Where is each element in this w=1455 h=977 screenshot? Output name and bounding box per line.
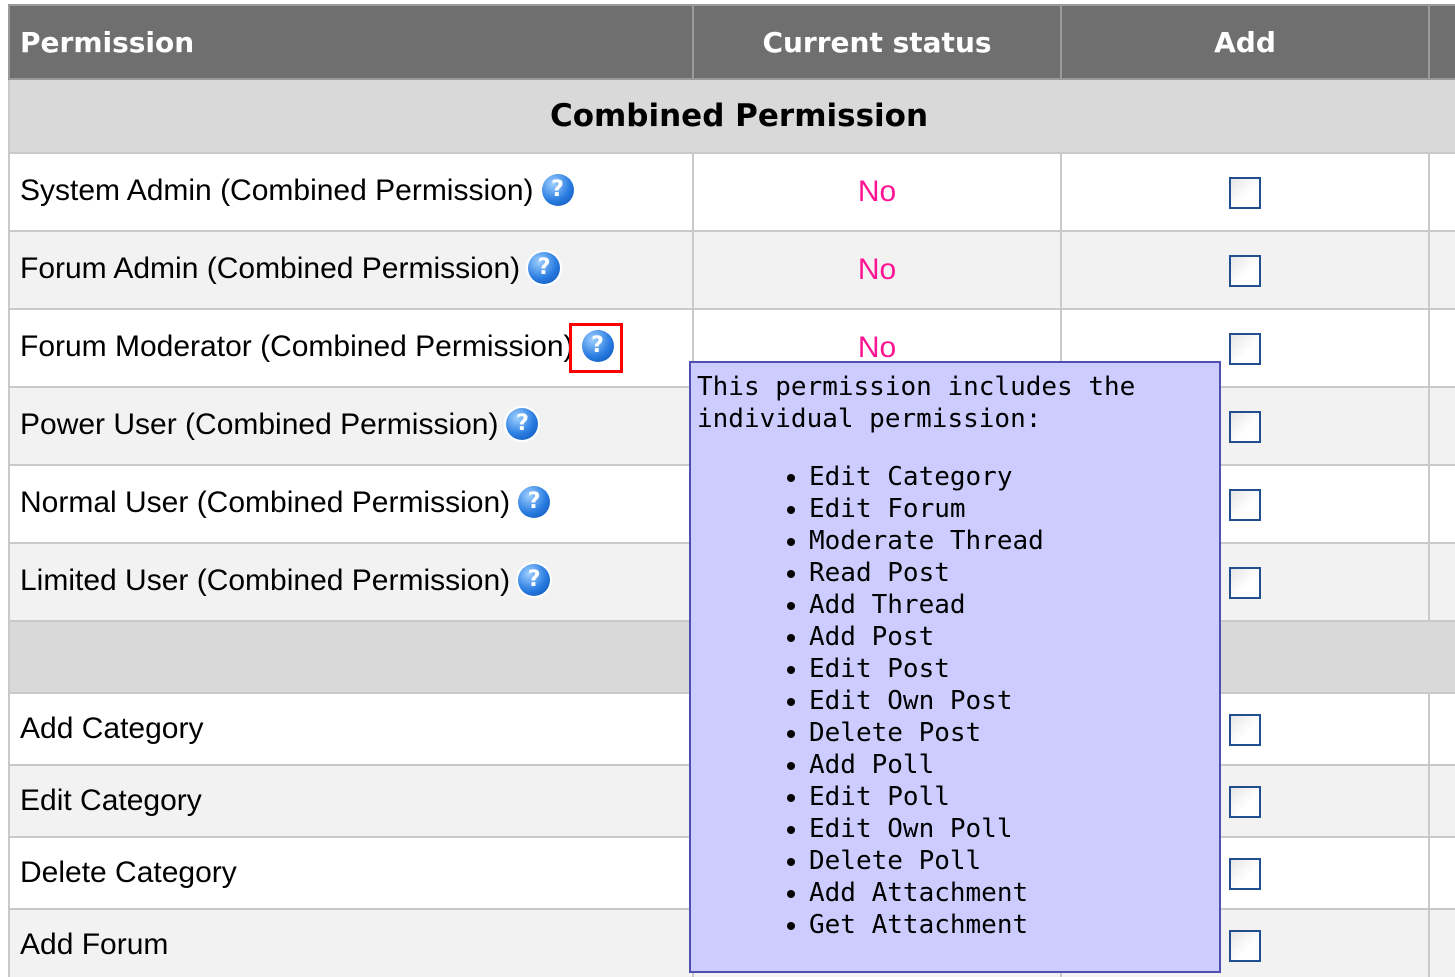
permission-name-cell: Limited User (Combined Permission)? bbox=[8, 542, 694, 622]
help-button[interactable]: ? bbox=[510, 486, 551, 522]
help-icon[interactable]: ? bbox=[581, 330, 614, 362]
permission-name-cell: Forum Admin (Combined Permission)? bbox=[8, 230, 694, 310]
status-cell: No bbox=[692, 152, 1062, 232]
permission-name-cell: Add Forum bbox=[8, 908, 694, 977]
permission-name-cell: Power User (Combined Permission)? bbox=[8, 386, 694, 466]
status-cell: No bbox=[692, 230, 1062, 310]
header-permission: Permission bbox=[8, 4, 694, 80]
extra-cell bbox=[1428, 386, 1455, 466]
permission-tooltip: This permission includes the individual … bbox=[689, 361, 1221, 973]
add-cell bbox=[1060, 152, 1430, 232]
permission-name-cell: Forum Moderator (Combined Permission)? bbox=[8, 308, 694, 388]
help-button-highlighted[interactable]: ? bbox=[568, 323, 623, 373]
add-checkbox[interactable] bbox=[1229, 714, 1261, 747]
extra-cell bbox=[1428, 542, 1455, 622]
extra-cell bbox=[1428, 764, 1455, 838]
tooltip-list-item: Add Post bbox=[809, 621, 1213, 653]
header-add: Add bbox=[1060, 4, 1430, 80]
help-icon[interactable]: ? bbox=[506, 408, 539, 441]
permission-name-cell: Delete Category bbox=[8, 836, 694, 910]
add-checkbox[interactable] bbox=[1229, 255, 1261, 288]
add-checkbox[interactable] bbox=[1229, 411, 1261, 444]
extra-cell bbox=[1428, 908, 1455, 977]
extra-cell bbox=[1428, 464, 1455, 544]
tooltip-intro: This permission includes the individual … bbox=[697, 372, 1136, 434]
permission-label: Add Forum bbox=[20, 928, 169, 961]
tooltip-list-item: Add Attachment bbox=[809, 877, 1213, 909]
tooltip-list-item: Edit Poll bbox=[809, 781, 1213, 813]
permission-label: System Admin (Combined Permission) bbox=[20, 173, 534, 207]
tooltip-list-item: Get Attachment bbox=[809, 909, 1213, 941]
add-cell bbox=[1060, 230, 1430, 310]
permission-name-cell: System Admin (Combined Permission)? bbox=[8, 152, 694, 232]
extra-cell bbox=[1428, 308, 1455, 388]
tooltip-list-item: Delete Poll bbox=[809, 845, 1213, 877]
extra-cell bbox=[1428, 152, 1455, 232]
help-button[interactable]: ? bbox=[510, 564, 551, 600]
permission-label: Power User (Combined Permission) bbox=[20, 407, 499, 441]
table-header-row: Permission Current status Add bbox=[8, 4, 1455, 80]
help-button[interactable]: ? bbox=[534, 174, 574, 210]
extra-cell bbox=[1428, 692, 1455, 766]
tooltip-list-item: Edit Forum bbox=[809, 493, 1213, 525]
tooltip-list-item: Edit Post bbox=[809, 653, 1213, 685]
section-title-combined: Combined Permission bbox=[8, 78, 1455, 154]
tooltip-permission-list: Edit Category Edit Forum Moderate Thread… bbox=[697, 461, 1213, 941]
header-extra bbox=[1428, 4, 1455, 80]
permission-label: Forum Admin (Combined Permission) bbox=[20, 251, 521, 285]
add-checkbox[interactable] bbox=[1229, 567, 1261, 600]
permission-name-cell: Edit Category bbox=[8, 764, 694, 838]
permission-label: Limited User (Combined Permission) bbox=[20, 563, 511, 597]
tooltip-list-item: Edit Own Post bbox=[809, 685, 1213, 717]
help-icon[interactable]: ? bbox=[528, 252, 561, 285]
tooltip-list-item: Add Poll bbox=[809, 749, 1213, 781]
tooltip-list-item: Add Thread bbox=[809, 589, 1213, 621]
tooltip-list-item: Read Post bbox=[809, 557, 1213, 589]
permission-label: Edit Category bbox=[20, 784, 202, 817]
tooltip-list-item: Moderate Thread bbox=[809, 525, 1213, 557]
permission-label: Delete Category bbox=[20, 856, 237, 889]
add-checkbox[interactable] bbox=[1229, 858, 1261, 891]
add-checkbox[interactable] bbox=[1229, 786, 1261, 819]
help-icon[interactable]: ? bbox=[541, 174, 574, 207]
table-row: Forum Admin (Combined Permission)? No bbox=[8, 230, 1455, 310]
tooltip-list-item: Edit Category bbox=[809, 461, 1213, 493]
help-icon[interactable]: ? bbox=[518, 486, 551, 519]
add-checkbox[interactable] bbox=[1229, 177, 1261, 210]
add-checkbox[interactable] bbox=[1229, 930, 1261, 963]
table-row: System Admin (Combined Permission)? No bbox=[8, 152, 1455, 232]
permission-name-cell: Normal User (Combined Permission)? bbox=[8, 464, 694, 544]
tooltip-list-item: Delete Post bbox=[809, 717, 1213, 749]
permission-label: Add Category bbox=[20, 712, 204, 745]
tooltip-list-item: Edit Own Poll bbox=[809, 813, 1213, 845]
header-current-status: Current status bbox=[692, 4, 1062, 80]
permission-label: Forum Moderator (Combined Permission) bbox=[20, 329, 574, 363]
permission-label: Normal User (Combined Permission) bbox=[20, 485, 511, 519]
permission-name-cell: Add Category bbox=[8, 692, 694, 766]
add-checkbox[interactable] bbox=[1229, 489, 1261, 522]
extra-cell bbox=[1428, 230, 1455, 310]
permission-page: Permission Current status Add Combined P… bbox=[0, 0, 1455, 977]
add-checkbox[interactable] bbox=[1229, 333, 1261, 366]
help-button[interactable]: ? bbox=[498, 408, 539, 444]
help-button[interactable]: ? bbox=[520, 252, 561, 288]
extra-cell bbox=[1428, 836, 1455, 910]
help-icon[interactable]: ? bbox=[518, 564, 551, 597]
section-row-combined: Combined Permission bbox=[8, 78, 1455, 154]
